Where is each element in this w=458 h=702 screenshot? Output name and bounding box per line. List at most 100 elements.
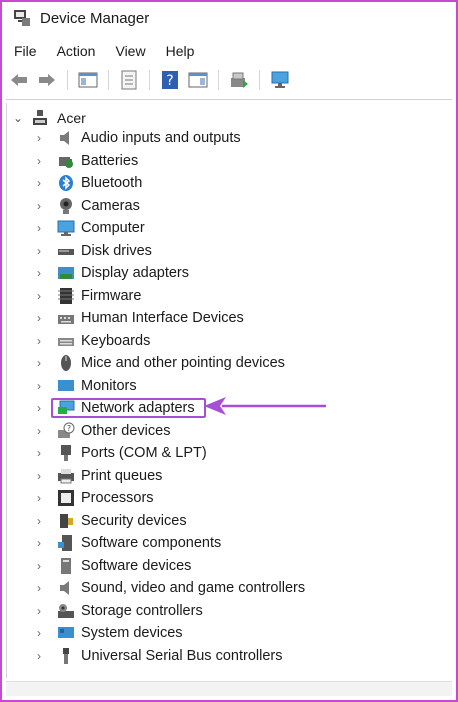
toolbar-separator (67, 70, 68, 90)
chevron-right-icon[interactable]: › (37, 424, 49, 438)
chevron-right-icon[interactable]: › (37, 334, 49, 348)
help-button[interactable]: ? (159, 69, 181, 91)
mouse-icon (61, 355, 71, 372)
hid-icon (58, 315, 74, 325)
chevron-right-icon[interactable]: › (37, 154, 49, 168)
tree-item-audio[interactable]: › Audio inputs and outputs (37, 127, 305, 150)
firmware-icon (58, 287, 74, 304)
chevron-right-icon[interactable]: › (37, 649, 49, 663)
system-icon (58, 627, 74, 639)
chevron-right-icon[interactable]: › (37, 379, 49, 393)
chevron-right-icon[interactable]: › (37, 311, 49, 325)
menu-file[interactable]: File (4, 43, 47, 59)
tree-item-software-components[interactable]: › Software components (37, 532, 305, 555)
chevron-right-icon[interactable]: › (37, 626, 49, 640)
back-button[interactable] (8, 69, 30, 91)
chevron-right-icon[interactable]: › (37, 131, 49, 145)
unknown-device-icon: ? (58, 422, 75, 438)
chevron-right-icon[interactable]: › (37, 581, 49, 595)
tree-item-disk-drives[interactable]: › Disk drives (37, 240, 305, 263)
tree-item-print-queues[interactable]: › Print queues (37, 465, 305, 488)
chevron-down-icon[interactable]: ⌄ (13, 111, 25, 125)
port-icon (61, 445, 71, 462)
menu-action[interactable]: Action (47, 43, 106, 59)
chevron-right-icon[interactable]: › (37, 401, 49, 415)
monitor-icon (58, 379, 74, 391)
forward-arrow-icon (39, 74, 55, 86)
tree-item-processors[interactable]: › Processors (37, 487, 305, 510)
tree-item-other-devices[interactable]: › ? Other devices (37, 420, 305, 443)
tree-item-security-devices[interactable]: › Security devices (37, 510, 305, 533)
tree-item-hid[interactable]: › Human Interface Devices (37, 307, 305, 330)
tree-item-monitors[interactable]: › Monitors (37, 375, 305, 398)
software-component-icon (58, 535, 72, 552)
chevron-right-icon[interactable]: › (37, 491, 49, 505)
tree-item-firmware[interactable]: › Firmware (37, 285, 305, 308)
action-pane-button[interactable] (187, 69, 209, 91)
sound-icon (60, 581, 69, 596)
chevron-right-icon[interactable]: › (37, 266, 49, 280)
tree-item-usb-controllers[interactable]: › Universal Serial Bus controllers (37, 645, 305, 668)
computer-root-icon (33, 110, 47, 125)
window-title: Device Manager (40, 9, 150, 27)
tree-item-computer[interactable]: › Computer (37, 217, 305, 240)
toolbar-divider (6, 99, 452, 100)
device-tree: ⌄ Acer › Audio inputs and outputs › Batt… (6, 103, 453, 678)
properties-button[interactable] (118, 69, 140, 91)
chevron-right-icon[interactable]: › (37, 446, 49, 460)
tree-item-ports[interactable]: › Ports (COM & LPT) (37, 442, 305, 465)
chevron-right-icon[interactable]: › (37, 289, 49, 303)
menu-view[interactable]: View (105, 43, 155, 59)
toolbar: ? (4, 66, 458, 94)
network-adapters-highlight-box (51, 398, 206, 418)
tree-item-batteries[interactable]: › Batteries (37, 150, 305, 173)
toolbar-separator (259, 70, 260, 90)
show-hide-console-tree-button[interactable] (77, 69, 99, 91)
horizontal-scrollbar[interactable] (6, 681, 452, 696)
help-question-icon: ? (162, 71, 178, 89)
title-bar: Device Manager (4, 4, 454, 32)
chevron-right-icon[interactable]: › (37, 604, 49, 618)
action-pane-icon (188, 72, 208, 88)
tree-item-system-devices[interactable]: › System devices (37, 622, 305, 645)
chevron-right-icon[interactable]: › (37, 199, 49, 213)
camera-icon (60, 197, 72, 214)
tree-item-sound-video[interactable]: › Sound, video and game controllers (37, 577, 305, 600)
tree-item-display-adapters[interactable]: › Display adapters (37, 262, 305, 285)
scan-hardware-changes-button[interactable] (269, 69, 291, 91)
device-manager-window: Device Manager File Action View Help ? ⌄… (0, 0, 458, 702)
keyboard-icon (58, 337, 74, 346)
tree-item-software-devices[interactable]: › Software devices (37, 555, 305, 578)
device-manager-app-icon (14, 10, 30, 26)
tree-item-storage-controllers[interactable]: › Storage controllers (37, 600, 305, 623)
chevron-right-icon[interactable]: › (37, 176, 49, 190)
chevron-right-icon[interactable]: › (37, 244, 49, 258)
computer-icon (57, 220, 75, 237)
tree-item-bluetooth[interactable]: › Bluetooth (37, 172, 305, 195)
battery-icon (59, 156, 73, 168)
chevron-right-icon[interactable]: › (37, 514, 49, 528)
tree-item-mice[interactable]: › Mice and other pointing devices (37, 352, 305, 375)
chevron-right-icon[interactable]: › (37, 559, 49, 573)
forward-button[interactable] (36, 69, 58, 91)
usb-icon (63, 647, 69, 664)
disk-icon (58, 248, 74, 255)
chevron-right-icon[interactable]: › (37, 356, 49, 370)
tree-root-acer[interactable]: ⌄ Acer (13, 107, 86, 129)
svg-text:?: ? (67, 424, 71, 433)
tree-item-keyboards[interactable]: › Keyboards (37, 330, 305, 353)
printer-icon (58, 468, 74, 484)
update-driver-button[interactable] (228, 69, 250, 91)
menu-help[interactable]: Help (156, 43, 205, 59)
svg-text:?: ? (166, 73, 173, 89)
chevron-right-icon[interactable]: › (37, 536, 49, 550)
console-tree-icon (78, 72, 98, 88)
chevron-right-icon[interactable]: › (37, 469, 49, 483)
properties-icon (121, 70, 137, 90)
storage-icon (58, 603, 74, 618)
display-adapter-icon (58, 267, 74, 280)
chevron-right-icon[interactable]: › (37, 221, 49, 235)
security-icon (60, 513, 73, 528)
software-device-icon (61, 557, 71, 574)
tree-item-cameras[interactable]: › Cameras (37, 195, 305, 218)
